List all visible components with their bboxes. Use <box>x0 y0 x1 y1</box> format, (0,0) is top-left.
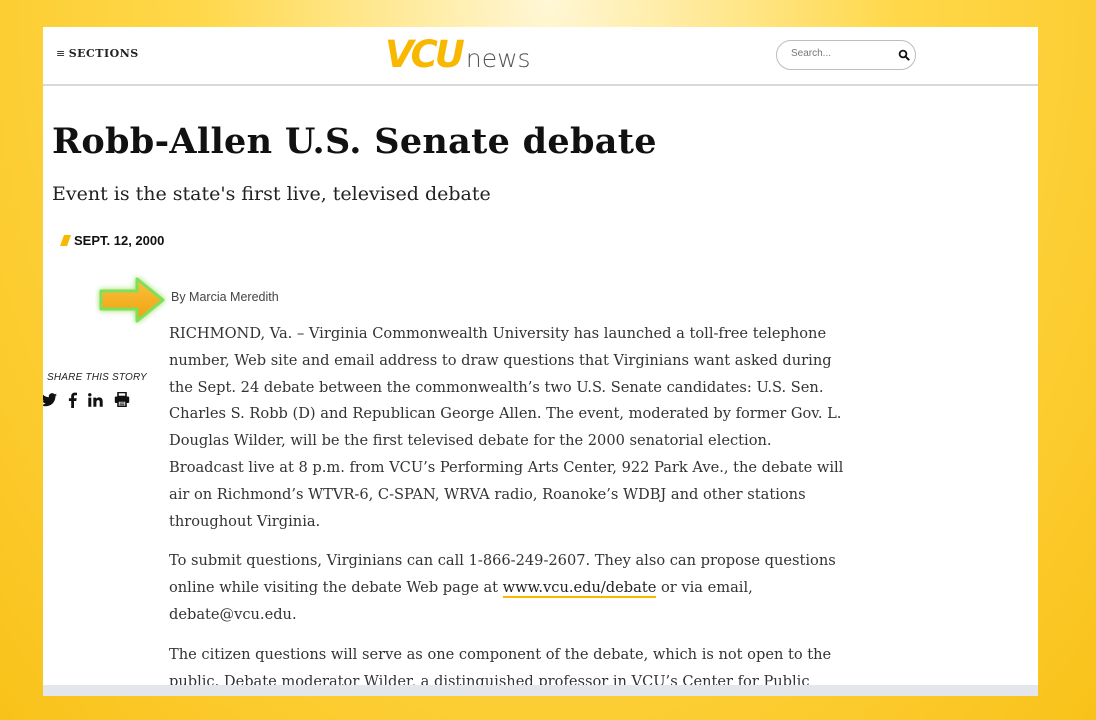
twitter-icon[interactable] <box>43 392 57 411</box>
site-header: ≡ SECTIONS VCU news <box>43 27 1038 86</box>
linkedin-icon[interactable] <box>88 392 103 411</box>
sections-label: SECTIONS <box>68 47 139 60</box>
article-byline: By Marcia Meredith <box>171 290 279 304</box>
article-body: RICHMOND, Va. – Virginia Commonwealth Un… <box>169 321 849 696</box>
share-label: SHARE THIS STORY <box>47 372 147 383</box>
article-paragraph-2: To submit questions, Virginians can call… <box>169 548 849 628</box>
date-text: SEPT. 12, 2000 <box>74 233 165 248</box>
taskbar-edge <box>43 685 1038 696</box>
highlight-arrow-icon <box>99 277 165 323</box>
debate-page-link[interactable]: www.vcu.edu/debate <box>502 579 657 599</box>
hamburger-icon: ≡ <box>56 47 66 60</box>
print-icon[interactable] <box>114 391 130 411</box>
share-icons <box>43 391 136 411</box>
date-accent-mark <box>59 235 72 246</box>
article-title: Robb-Allen U.S. Senate debate <box>52 121 657 162</box>
facebook-icon[interactable] <box>68 392 78 412</box>
sections-menu-button[interactable]: ≡ SECTIONS <box>56 47 139 60</box>
search-input[interactable] <box>789 47 888 60</box>
search-box <box>776 40 916 70</box>
logo-secondary: news <box>465 44 531 73</box>
search-icon[interactable] <box>898 49 910 61</box>
article-subtitle: Event is the state's first live, televis… <box>52 183 491 205</box>
vcu-news-logo[interactable]: VCU news <box>385 33 531 76</box>
article-date: SEPT. 12, 2000 <box>59 233 165 248</box>
article-paragraph-1: RICHMOND, Va. – Virginia Commonwealth Un… <box>169 325 844 530</box>
logo-primary: VCU <box>385 33 465 76</box>
browser-window: ≡SECTIONS VCUnews Robb-Allen U.S. Senate… <box>43 27 1038 696</box>
